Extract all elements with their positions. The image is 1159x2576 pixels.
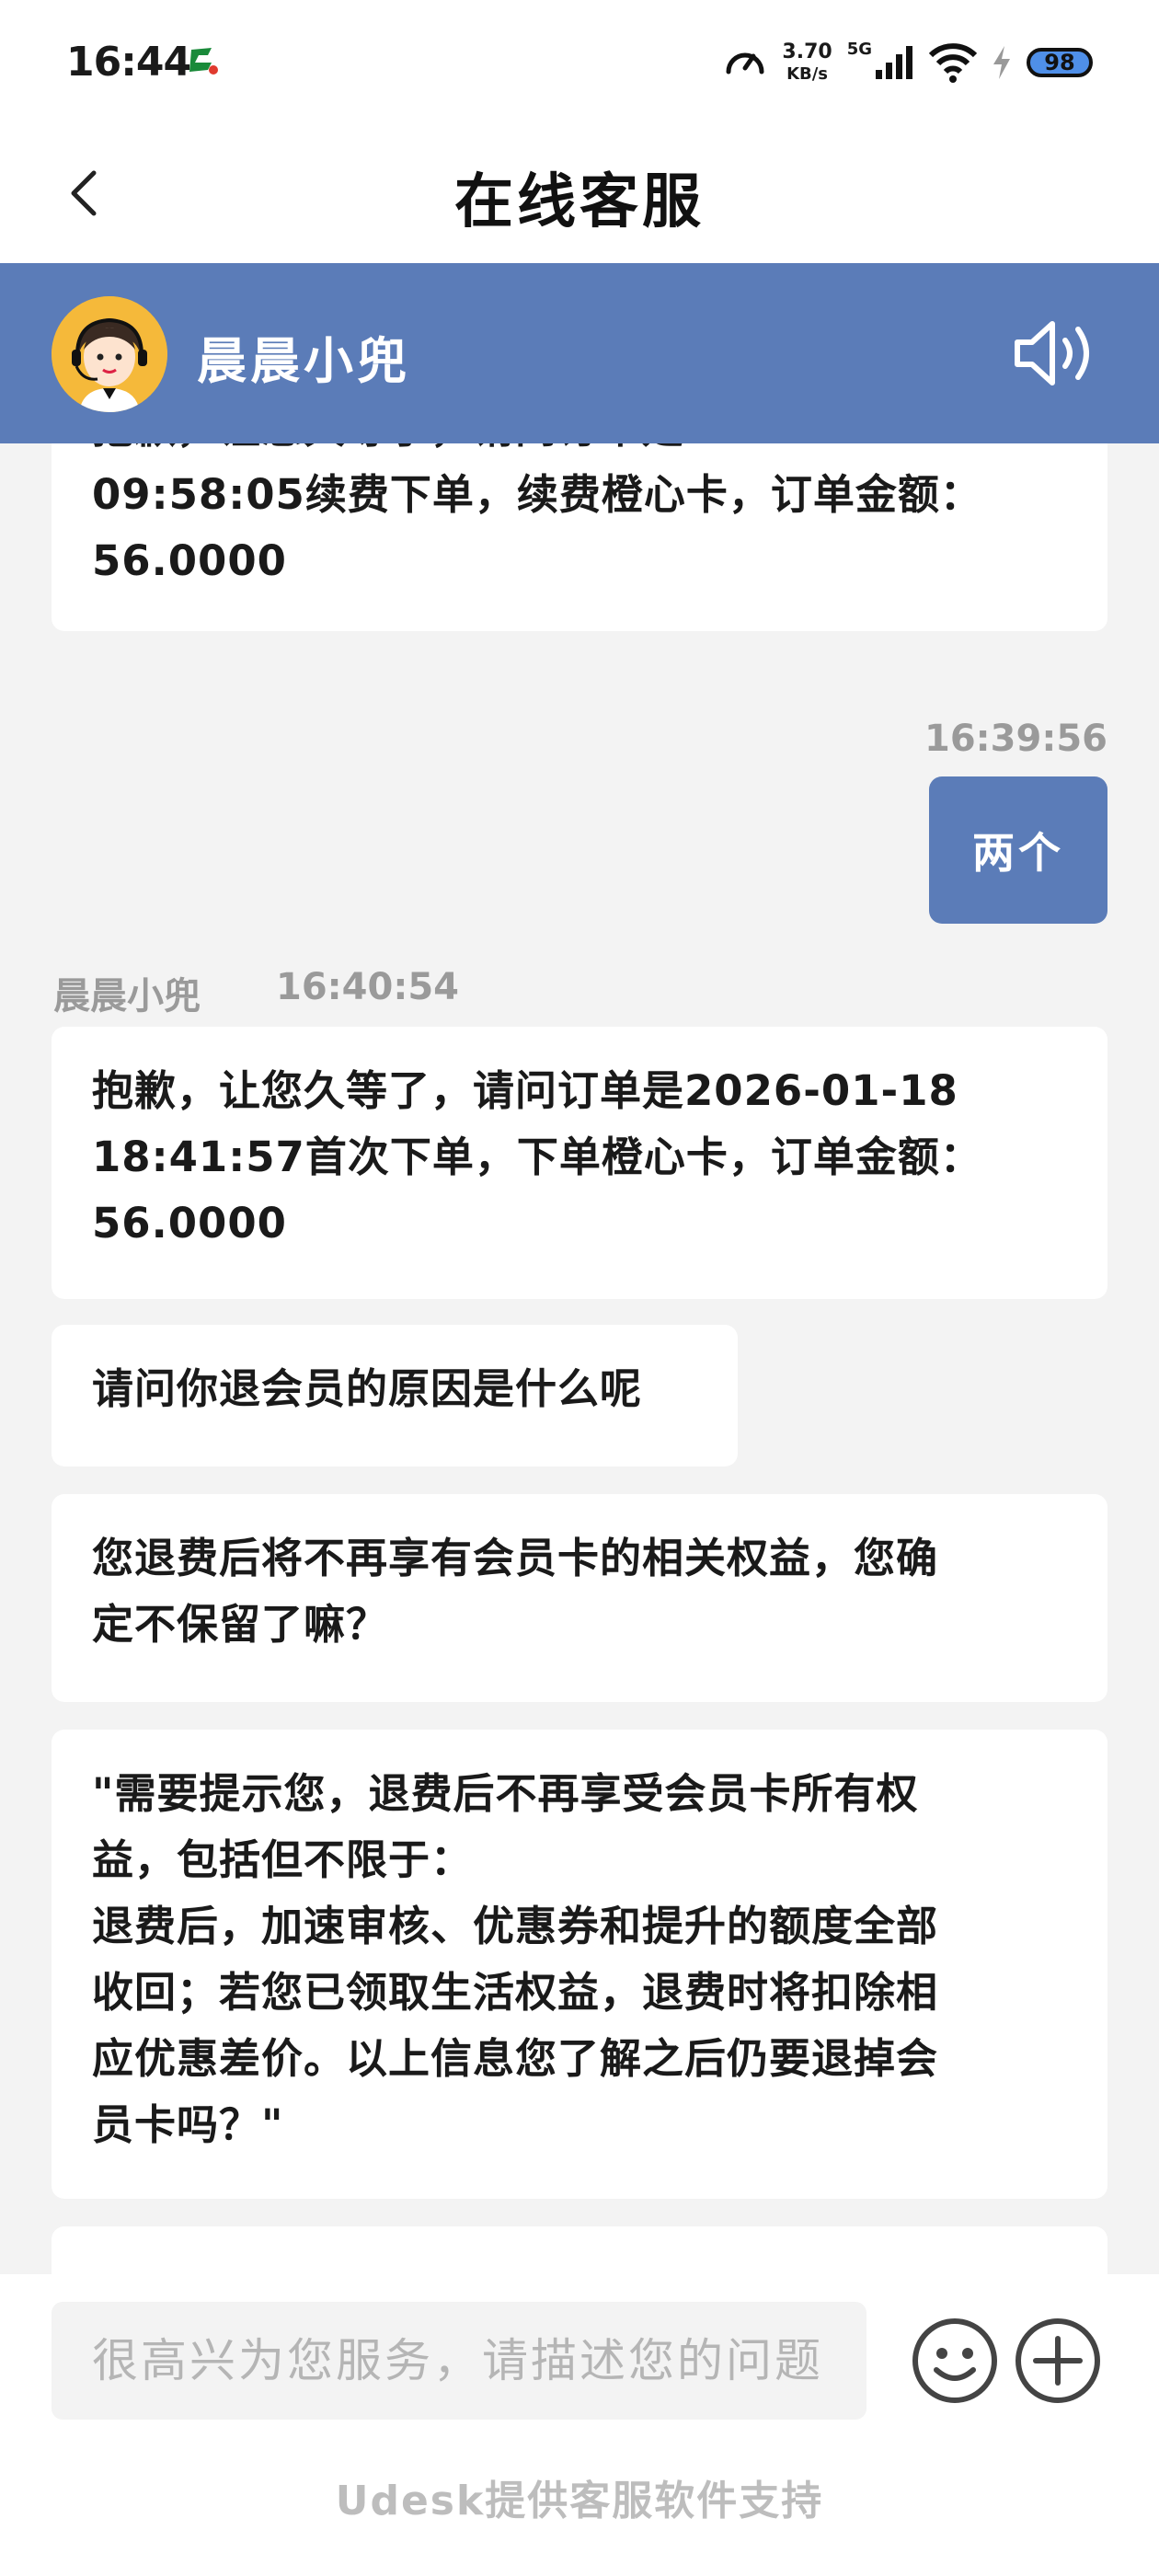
agent-message-bubble xyxy=(52,2226,1107,2274)
user-message-bubble: 两个 xyxy=(929,776,1107,924)
agent-name: 晨晨小兜 xyxy=(197,332,410,390)
agent-message-bubble: 请问你退会员的原因是什么呢 xyxy=(52,1325,738,1466)
agent-message-bubble: 抱歉，让您久等了，请问订单是2026-01-18 18:41:57首次下单，下单… xyxy=(52,1027,1107,1299)
speedometer-icon xyxy=(726,52,764,75)
page-title: 在线客服 xyxy=(454,168,705,236)
message-timestamp: 16:40:54 xyxy=(276,966,459,1008)
agent-message-bubble: "需要提示您，退费后不再享受会员卡所有权 益，包括但不限于： 退费后，加速审核、… xyxy=(52,1730,1107,2199)
network-speed: 3.70 KB/s xyxy=(782,42,832,83)
message-input[interactable]: 很高兴为您服务，请描述您的问题 xyxy=(52,2302,866,2420)
status-bar: 16:44 3.70 KB/s 5G 98 xyxy=(0,0,1159,129)
signal-icon xyxy=(876,46,912,79)
agent-header: 晨晨小兜 xyxy=(0,263,1159,443)
wifi-icon xyxy=(929,43,977,83)
speed-unit: KB/s xyxy=(786,64,829,84)
nav-bar: 在线客服 xyxy=(0,129,1159,263)
speed-value: 3.70 xyxy=(782,40,832,63)
charging-icon xyxy=(993,46,1010,79)
agent-message-bubble: 您退费后将不再享有会员卡的相关权益，您确 定不保留了嘛？ xyxy=(52,1494,1107,1702)
chat-message-list[interactable]: 抱歉，让您久等了，请问订单是2026-02-24 09:58:05续费下单，续费… xyxy=(0,443,1159,2274)
agent-avatar xyxy=(52,296,167,412)
status-icons: 3.70 KB/s 5G 98 xyxy=(723,35,1093,90)
agent-avatar-icon xyxy=(52,296,167,412)
battery-indicator: 98 xyxy=(1027,48,1093,77)
network-type: 5G xyxy=(846,40,872,59)
speaker-icon[interactable] xyxy=(1012,316,1100,390)
message-sender-name: 晨晨小兜 xyxy=(53,975,201,1018)
input-bar: 很高兴为您服务，请描述您的问题 Udesk提供客服软件支持 xyxy=(0,2274,1159,2576)
powered-by-footer: Udesk提供客服软件支持 xyxy=(335,2478,824,2524)
notification-app-icon xyxy=(189,48,218,75)
plus-circle-icon[interactable] xyxy=(1014,2317,1102,2405)
smiley-icon[interactable] xyxy=(911,2317,999,2405)
message-timestamp: 16:39:56 xyxy=(924,718,1107,760)
agent-message-bubble: 抱歉，让您久等了，请问订单是2026-02-24 09:58:05续费下单，续费… xyxy=(52,443,1107,631)
status-time: 16:44 xyxy=(66,39,191,86)
